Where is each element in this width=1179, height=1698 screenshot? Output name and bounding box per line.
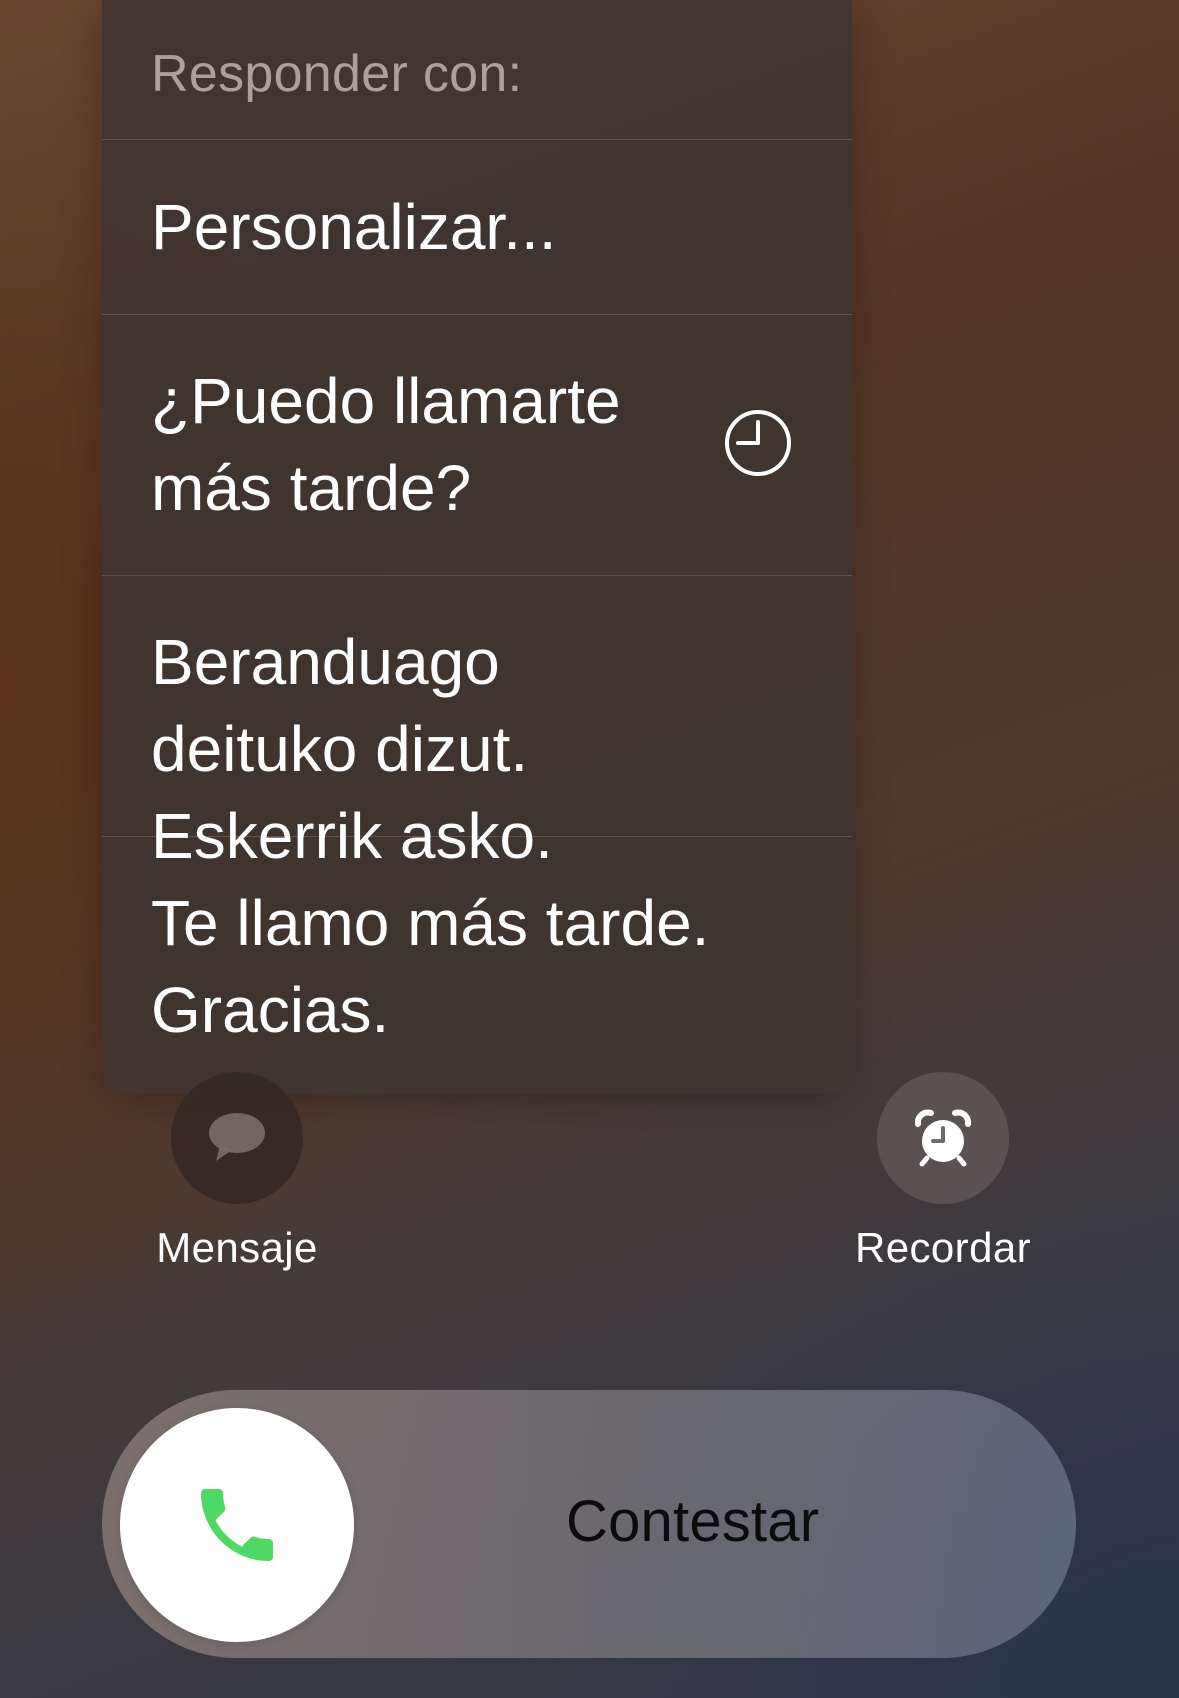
message-action[interactable]: Mensaje [127, 1072, 347, 1272]
remind-button[interactable] [877, 1072, 1009, 1204]
remind-label: Recordar [855, 1224, 1031, 1271]
quick-reply-header: Responder con: [102, 0, 852, 140]
alarm-clock-icon [914, 1109, 972, 1167]
quick-reply-menu: Responder con: Personalizar... ¿Puedo ll… [102, 0, 852, 1094]
answer-slider[interactable]: Contestar [102, 1390, 1076, 1658]
message-button[interactable] [171, 1072, 303, 1204]
remind-action[interactable]: Recordar [833, 1072, 1053, 1272]
quick-reply-custom[interactable]: Personalizar... [102, 140, 852, 315]
answer-knob[interactable] [120, 1408, 354, 1642]
answer-label: Contestar [566, 1489, 820, 1554]
phone-icon [201, 1489, 273, 1561]
quick-reply-call-later[interactable]: ¿Puedo llamarte más tarde? [102, 315, 852, 576]
message-label: Mensaje [156, 1224, 318, 1271]
clock-icon[interactable] [724, 409, 792, 477]
quick-reply-call-back-label: Te llamo más tarde. Gracias. [151, 887, 710, 1046]
quick-reply-call-later-label: ¿Puedo llamarte más tarde? [151, 365, 621, 524]
quick-reply-custom-label: Personalizar... [151, 191, 557, 263]
quick-reply-basque[interactable]: Beranduago deituko dizut. Eskerrik asko. [102, 576, 852, 872]
quick-reply-call-back[interactable]: Te llamo más tarde. Gracias. [102, 837, 852, 1094]
speech-bubble-icon [209, 1113, 265, 1161]
